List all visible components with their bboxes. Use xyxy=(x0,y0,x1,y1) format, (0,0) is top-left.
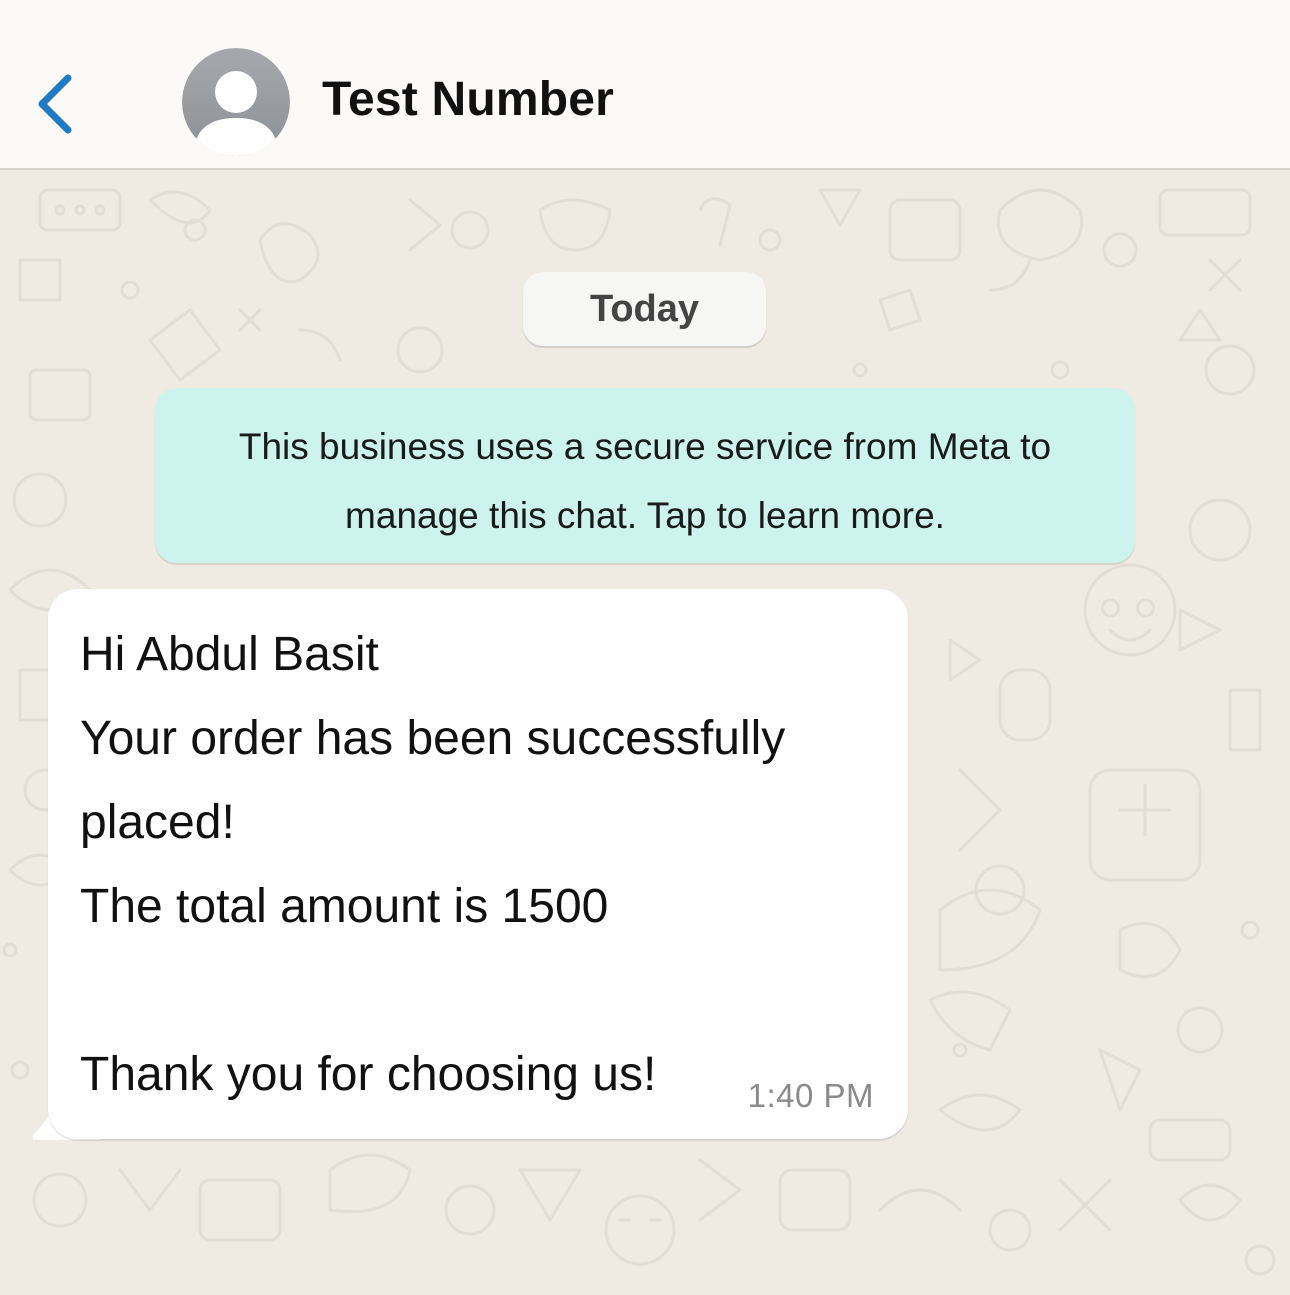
date-chip: Today xyxy=(523,272,766,346)
business-info-notice[interactable]: This business uses a secure service from… xyxy=(155,388,1135,563)
chevron-left-icon xyxy=(38,74,72,134)
contact-name[interactable]: Test Number xyxy=(322,72,614,127)
message-blank-line xyxy=(80,949,876,1033)
chat-header: Test Number xyxy=(0,0,1290,170)
chat-area: Today This business uses a secure servic… xyxy=(0,170,1290,1295)
message-line: The total amount is 1500 xyxy=(80,880,609,933)
message-bubble[interactable]: Hi Abdul Basit Your order has been succe… xyxy=(48,589,908,1139)
notice-line-1: This business uses a secure service from… xyxy=(238,426,1052,467)
message-line: Your order has been successfully xyxy=(80,712,786,765)
contact-avatar[interactable] xyxy=(182,48,290,156)
message-line: Hi Abdul Basit xyxy=(80,628,379,681)
person-avatar-icon xyxy=(182,48,290,156)
message-timestamp: 1:40 PM xyxy=(747,1077,874,1114)
message-line: placed! xyxy=(80,796,235,849)
back-button[interactable] xyxy=(28,62,88,142)
notice-line-2: manage this chat. Tap to learn more. xyxy=(345,495,945,536)
